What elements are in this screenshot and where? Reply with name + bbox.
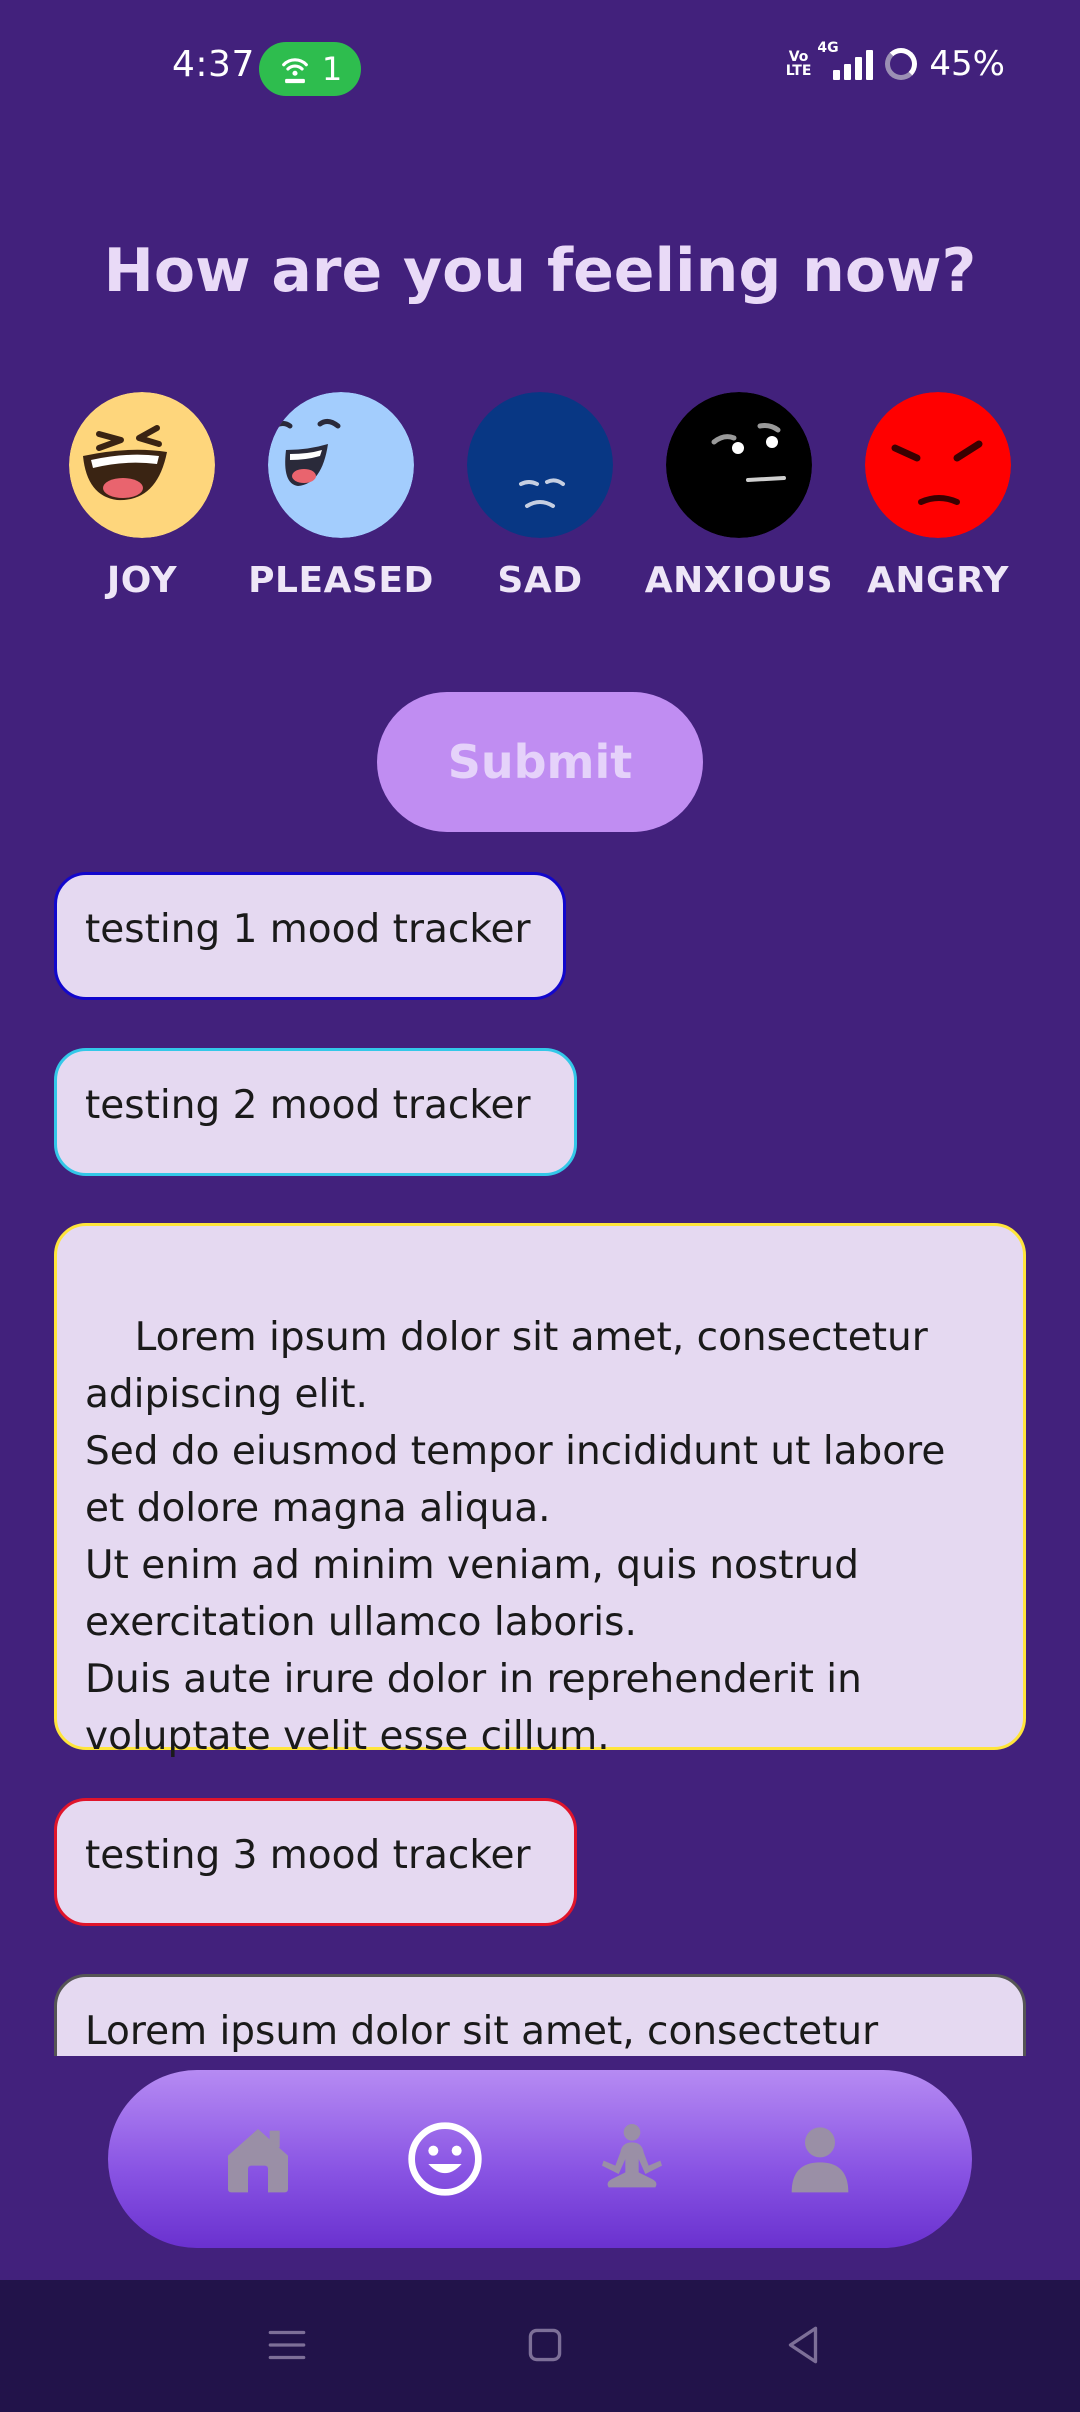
mood-entry-text: Lorem ipsum dolor sit amet, consectetur … [85,1315,946,1759]
meditation-icon [602,2124,662,2188]
mood-icon [408,2122,482,2196]
mood-label: SAD [497,560,583,601]
mood-option-joy[interactable]: JOY [42,392,242,601]
mood-option-sad[interactable]: SAD [440,392,640,601]
mood-entry[interactable]: testing 1 mood tracker [54,872,566,1000]
mood-entry-text: testing 3 mood tracker [85,1833,531,1878]
mood-entry-text: testing 1 mood tracker [85,907,531,952]
page-title: How are you feeling now? [103,236,977,306]
mood-entry-text: Lorem ipsum dolor sit amet, consectetur [85,2009,879,2054]
mood-face[interactable] [666,392,812,538]
mood-entry-text: testing 2 mood tracker [85,1083,531,1128]
mood-label: JOY [106,560,178,601]
nav-meditation[interactable] [592,2119,672,2199]
nav-profile[interactable] [780,2119,860,2199]
profile-icon [791,2127,849,2193]
hotspot-count: 1 [321,50,343,88]
mood-label: ANXIOUS [644,560,834,601]
smiling-face-icon [268,392,414,538]
volte-icon: Vo LTE [785,49,812,79]
system-navigation-bar [0,2280,1080,2412]
mood-label: PLEASED [248,560,434,601]
hotspot-indicator: 1 [259,42,361,96]
back-triangle-icon [788,2326,818,2364]
mood-option-anxious[interactable]: ANXIOUS [639,392,839,601]
status-time: 4:37 [172,44,255,85]
hotspot-icon [281,58,308,84]
home-icon [228,2129,288,2193]
mood-entries-list[interactable]: testing 1 mood tracker testing 2 mood tr… [54,872,1026,2056]
worried-face-icon [666,392,812,538]
signal-icon: 4G [817,40,874,80]
recent-apps-button[interactable] [262,2320,312,2370]
status-right-group: Vo LTE 4G 45% [785,40,1005,84]
nav-home[interactable] [218,2119,298,2199]
network-type-label: 4G [817,40,839,56]
battery-percent: 45% [929,44,1005,84]
mood-label: ANGRY [867,560,1009,601]
mood-entry[interactable]: Lorem ipsum dolor sit amet, consectetur [54,1974,1026,2056]
square-icon [528,2328,562,2362]
battery-icon [885,48,918,80]
status-bar: 4:37 1 Vo LTE 4G 45% [0,0,1080,140]
sad-face-icon [467,392,613,538]
bottom-navigation [108,2070,972,2248]
nav-mood[interactable] [405,2119,485,2199]
mood-option-angry[interactable]: ANGRY [838,392,1038,601]
mood-face[interactable] [69,392,215,538]
menu-icon [268,2330,306,2360]
laughing-face-icon [69,392,215,538]
mood-face[interactable] [467,392,613,538]
mood-option-pleased[interactable]: PLEASED [241,392,441,601]
mood-face[interactable] [865,392,1011,538]
mood-entry[interactable]: testing 3 mood tracker [54,1798,577,1926]
back-button[interactable] [778,2320,828,2370]
mood-entry[interactable]: testing 2 mood tracker [54,1048,577,1176]
mood-face[interactable] [268,392,414,538]
submit-button[interactable]: Submit [377,692,703,832]
angry-face-icon [865,392,1011,538]
mood-entry[interactable]: Lorem ipsum dolor sit amet, consectetur … [54,1223,1026,1759]
home-button[interactable] [520,2320,570,2370]
